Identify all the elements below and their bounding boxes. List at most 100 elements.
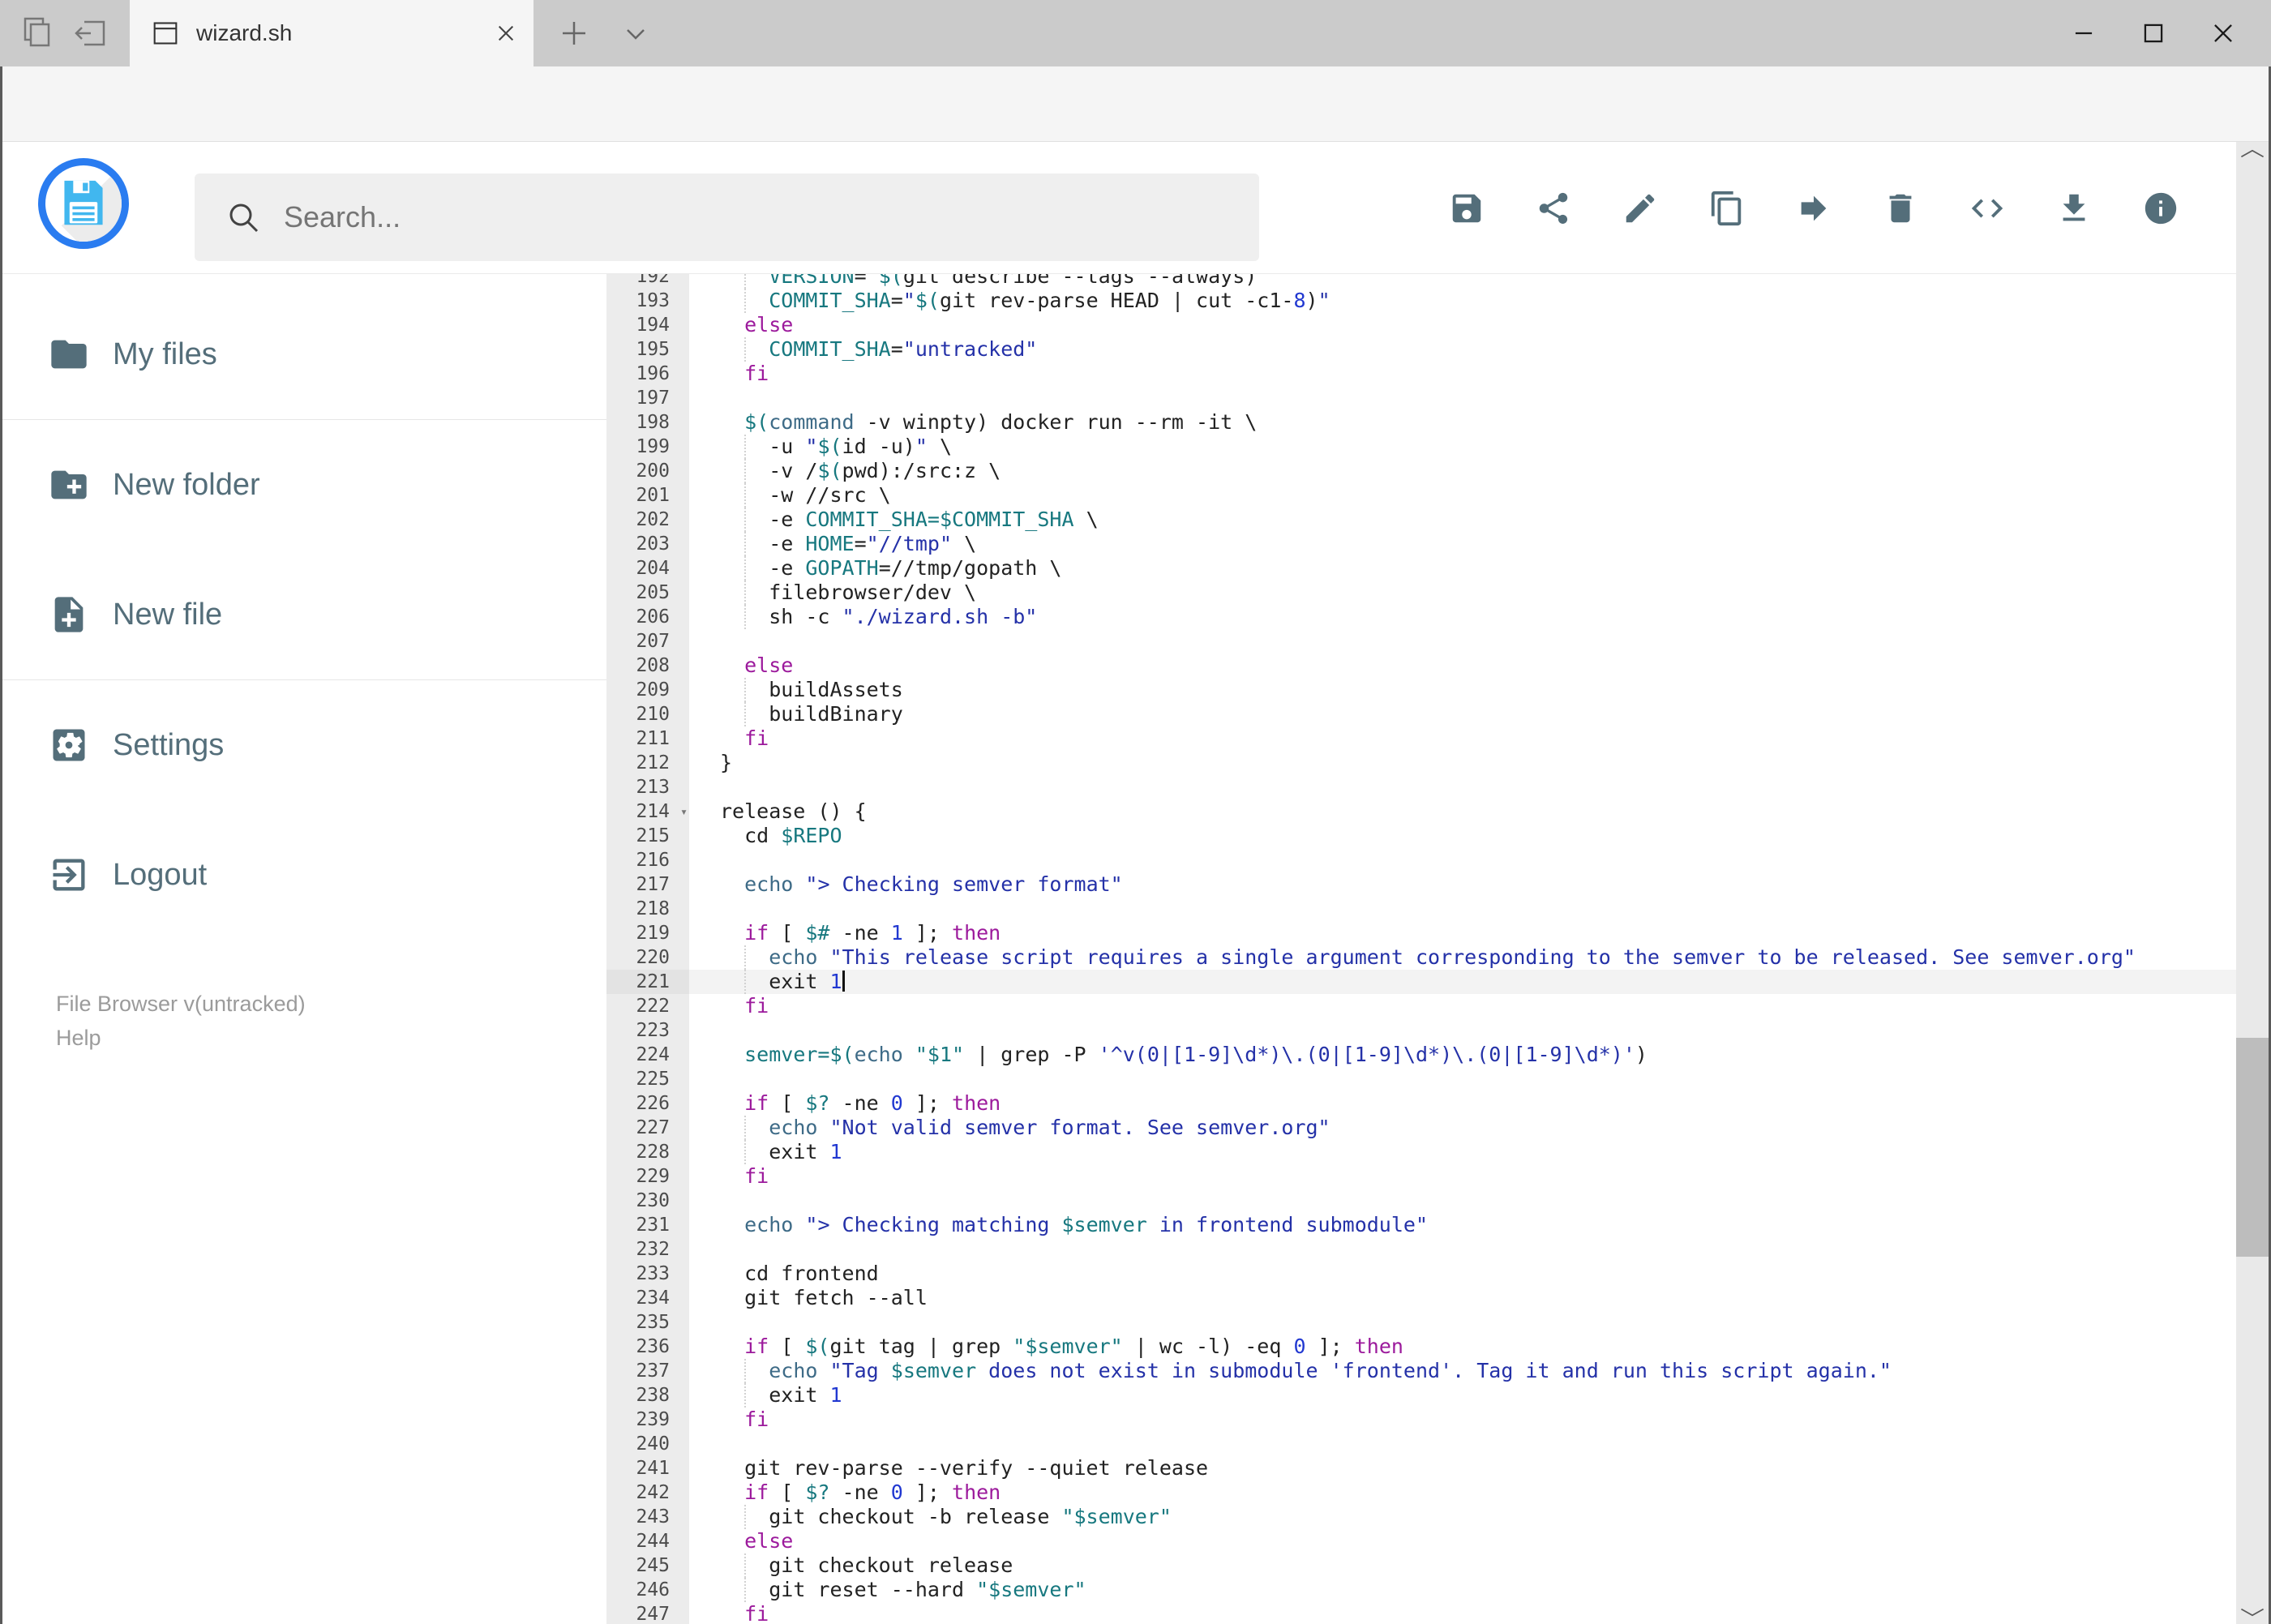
browser-tab[interactable]: wizard.sh xyxy=(130,0,533,66)
code-line[interactable]: 196 fi xyxy=(606,362,2236,386)
code-line[interactable]: 209 buildAssets xyxy=(606,678,2236,702)
line-number: 213 xyxy=(606,775,689,799)
code-line[interactable]: 236 if [ $(git tag | grep "$semver" | wc… xyxy=(606,1335,2236,1359)
code-line[interactable]: 224 semver=$(echo "$1" | grep -P '^v(0|[… xyxy=(606,1043,2236,1067)
code-line[interactable]: 210 buildBinary xyxy=(606,702,2236,726)
tab-title: wizard.sh xyxy=(196,20,293,45)
code-line[interactable]: 193 COMMIT_SHA="$(git rev-parse HEAD | c… xyxy=(606,289,2236,313)
scroll-down-icon[interactable] xyxy=(2236,1600,2269,1624)
save-button[interactable] xyxy=(1423,182,1510,234)
code-line[interactable]: 216 xyxy=(606,848,2236,872)
line-number: 232 xyxy=(606,1237,689,1262)
code-line[interactable]: 240 xyxy=(606,1432,2236,1456)
code-line[interactable]: 192 VERSION="$(git describe --tags --alw… xyxy=(606,274,2236,289)
code-line[interactable]: 219 if [ $# -ne 1 ]; then xyxy=(606,921,2236,945)
code-line[interactable]: 228 exit 1 xyxy=(606,1140,2236,1164)
help-link[interactable]: Help xyxy=(56,1021,606,1055)
set-tabs-aside-icon[interactable] xyxy=(71,14,110,53)
fold-marker-icon[interactable]: ▾ xyxy=(680,799,688,824)
delete-button[interactable] xyxy=(1857,182,1943,234)
code-line[interactable]: 208 else xyxy=(606,653,2236,678)
search-box[interactable] xyxy=(195,174,1259,261)
maximize-button[interactable] xyxy=(2119,0,2188,66)
code-line[interactable]: 235 xyxy=(606,1310,2236,1335)
sidebar-item-my-files[interactable]: My files xyxy=(2,289,606,419)
code-line[interactable]: 199 -u "$(id -u)" \ xyxy=(606,435,2236,459)
tab-preview-icon[interactable] xyxy=(18,14,57,53)
indent-guide xyxy=(744,532,746,556)
code-line[interactable]: 215 cd $REPO xyxy=(606,824,2236,848)
code-line[interactable]: 243 git checkout -b release "$semver" xyxy=(606,1505,2236,1529)
new-tab-button[interactable] xyxy=(555,14,593,53)
code-line[interactable]: 238 exit 1 xyxy=(606,1383,2236,1408)
code-line[interactable]: 246 git reset --hard "$semver" xyxy=(606,1578,2236,1602)
code-line[interactable]: 244 else xyxy=(606,1529,2236,1553)
code-line[interactable]: 213 xyxy=(606,775,2236,799)
code-line[interactable]: 198 $(command -v winpty) docker run --rm… xyxy=(606,410,2236,435)
code-line[interactable]: 204 -e GOPATH=//tmp/gopath \ xyxy=(606,556,2236,581)
close-window-button[interactable] xyxy=(2188,0,2258,66)
code-line[interactable]: 217 echo "> Checking semver format" xyxy=(606,872,2236,897)
code-editor[interactable]: 192 VERSION="$(git describe --tags --alw… xyxy=(606,274,2236,1624)
minimize-button[interactable] xyxy=(2049,0,2119,66)
sidebar-item-new-file[interactable]: New file xyxy=(2,550,606,679)
code-line[interactable]: 233 cd frontend xyxy=(606,1262,2236,1286)
code-line[interactable]: 203 -e HOME="//tmp" \ xyxy=(606,532,2236,556)
code-line[interactable]: 197 xyxy=(606,386,2236,410)
indent-guide xyxy=(744,678,746,702)
code-line[interactable]: 222 fi xyxy=(606,994,2236,1018)
code-line[interactable]: 245 git checkout release xyxy=(606,1553,2236,1578)
download-button[interactable] xyxy=(2030,182,2117,234)
code-line[interactable]: 223 xyxy=(606,1018,2236,1043)
line-number: 225 xyxy=(606,1067,689,1091)
copy-button[interactable] xyxy=(1683,182,1770,234)
code-line[interactable]: 241 git rev-parse --verify --quiet relea… xyxy=(606,1456,2236,1480)
edit-button[interactable] xyxy=(1596,182,1683,234)
code-line[interactable]: 232 xyxy=(606,1237,2236,1262)
info-button[interactable] xyxy=(2117,182,2204,234)
floppy-disk-icon xyxy=(64,180,103,225)
code-line[interactable]: 242 if [ $? -ne 0 ]; then xyxy=(606,1480,2236,1505)
code-line[interactable]: 229 fi xyxy=(606,1164,2236,1189)
code-line[interactable]: 227 echo "Not valid semver format. See s… xyxy=(606,1116,2236,1140)
filebrowser-logo[interactable] xyxy=(38,158,129,249)
code-line[interactable]: 234 git fetch --all xyxy=(606,1286,2236,1310)
tab-close-icon[interactable] xyxy=(490,17,522,49)
code-line[interactable]: 237 echo "Tag $semver does not exist in … xyxy=(606,1359,2236,1383)
code-line[interactable]: 221 exit 1 xyxy=(606,970,2236,994)
code-line[interactable]: 211 fi xyxy=(606,726,2236,751)
sidebar-item-new-folder[interactable]: New folder xyxy=(2,420,606,550)
share-button[interactable] xyxy=(1510,182,1596,234)
gear-icon xyxy=(53,729,85,761)
code-line[interactable]: 207 xyxy=(606,629,2236,653)
code-line[interactable]: 206 sh -c "./wizard.sh -b" xyxy=(606,605,2236,629)
sidebar-item-settings[interactable]: Settings xyxy=(2,680,606,810)
code-line[interactable]: 202 -e COMMIT_SHA=$COMMIT_SHA \ xyxy=(606,508,2236,532)
scrollbar-thumb[interactable] xyxy=(2236,1038,2269,1257)
page-scrollbar[interactable] xyxy=(2236,142,2269,1624)
code-line[interactable]: 205 filebrowser/dev \ xyxy=(606,581,2236,605)
code-line[interactable]: 239 fi xyxy=(606,1408,2236,1432)
indent-guide xyxy=(744,1359,746,1383)
code-line[interactable]: 214 ▾ release () { xyxy=(606,799,2236,824)
code-line[interactable]: 220 echo "This release script requires a… xyxy=(606,945,2236,970)
tab-list-chevron-icon[interactable] xyxy=(616,14,655,53)
move-button[interactable] xyxy=(1770,182,1857,234)
sidebar-item-logout[interactable]: Logout xyxy=(2,810,606,940)
code-line[interactable]: 247 fi xyxy=(606,1602,2236,1624)
code-button[interactable] xyxy=(1943,182,2030,234)
line-number: 228 xyxy=(606,1140,689,1164)
search-input[interactable] xyxy=(282,199,1177,235)
code-line[interactable]: 212} xyxy=(606,751,2236,775)
code-line[interactable]: 225 xyxy=(606,1067,2236,1091)
code-line[interactable]: 230 xyxy=(606,1189,2236,1213)
code-line[interactable]: 195 COMMIT_SHA="untracked" xyxy=(606,337,2236,362)
code-line[interactable]: 226 if [ $? -ne 0 ]; then xyxy=(606,1091,2236,1116)
scroll-up-icon[interactable] xyxy=(2236,142,2269,166)
code-line[interactable]: 200 -v /$(pwd):/src:z \ xyxy=(606,459,2236,483)
code-line[interactable]: 218 xyxy=(606,897,2236,921)
code-line[interactable]: 194 else xyxy=(606,313,2236,337)
line-number: 202 xyxy=(606,508,689,532)
code-line[interactable]: 231 echo "> Checking matching $semver in… xyxy=(606,1213,2236,1237)
code-line[interactable]: 201 -w //src \ xyxy=(606,483,2236,508)
